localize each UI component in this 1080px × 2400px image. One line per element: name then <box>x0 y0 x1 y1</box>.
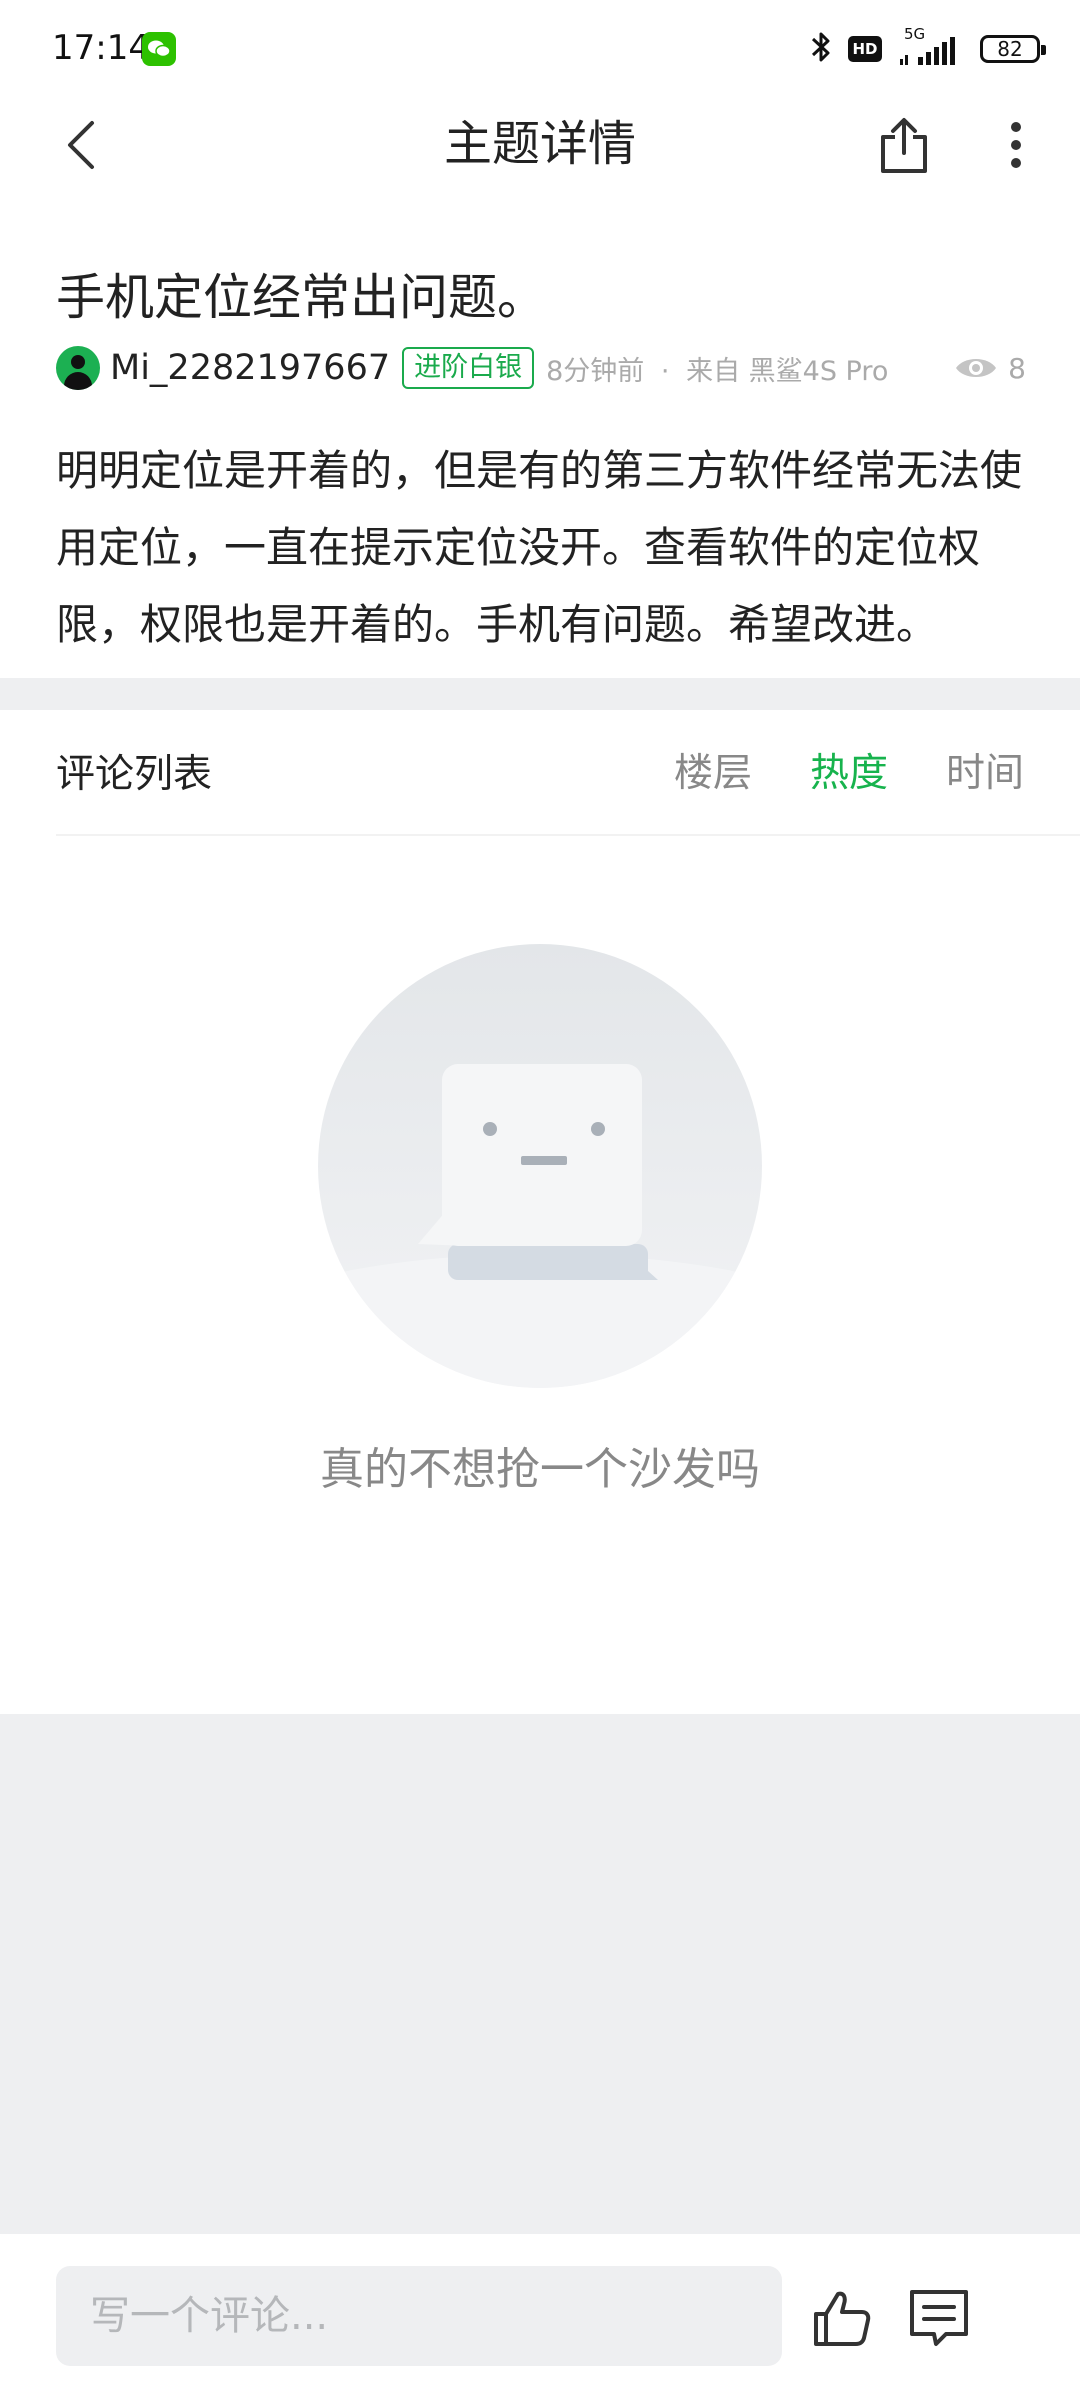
empty-comments-text: 真的不想抢一个沙发吗 <box>320 1444 760 1495</box>
comment-input[interactable] <box>56 2266 782 2366</box>
sort-tab-time[interactable]: 时间 <box>946 746 1024 802</box>
wechat-notification-icon <box>142 32 176 66</box>
share-button[interactable] <box>874 110 934 180</box>
signal-icon: 5G <box>896 25 966 67</box>
meta-separator: · <box>660 355 670 387</box>
battery-indicator: 82 <box>980 35 1046 63</box>
view-count-value: 8 <box>1008 351 1026 385</box>
more-options-button[interactable] <box>996 110 1036 180</box>
author-name[interactable]: Mi_2282197667 <box>110 348 390 388</box>
post-source: 来自 黑鲨4S Pro <box>686 355 889 387</box>
post-body: 明明定位是开着的，但是有的第三方软件经常无法使用定位，一直在提示定位没开。查看软… <box>56 446 1023 649</box>
author-row: Mi_2282197667 进阶白银 8分钟前 · 来自 黑鲨4S Pro 8 <box>56 342 1026 394</box>
comment-icon <box>910 2290 968 2346</box>
post-meta: 8分钟前 · 来自 黑鲨4S Pro <box>546 349 888 388</box>
eye-icon <box>956 359 997 377</box>
avatar[interactable] <box>56 346 100 390</box>
like-button[interactable] <box>810 2286 874 2350</box>
post-title: 手机定位经常出问题。 <box>56 269 547 326</box>
thumbs-up-icon <box>814 2291 871 2346</box>
comment-button[interactable] <box>906 2286 972 2350</box>
empty-comments-illustration <box>318 944 762 1388</box>
bluetooth-icon <box>808 29 834 69</box>
level-badge: 进阶白银 <box>402 347 535 389</box>
post-time: 8分钟前 <box>546 355 645 387</box>
comment-sort-tabs: 楼层 热度 时间 <box>674 746 1024 802</box>
empty-area-background <box>0 1714 1080 2234</box>
status-time: 17:14 <box>52 28 150 68</box>
comments-title: 评论列表 <box>56 752 213 797</box>
hd-badge: HD <box>848 36 882 62</box>
section-divider <box>0 678 1080 710</box>
comments-divider <box>56 834 1080 836</box>
status-icons: HD 5G 82 <box>808 25 1046 72</box>
more-vertical-icon <box>1011 122 1021 168</box>
sort-tab-hot[interactable]: 热度 <box>810 746 888 802</box>
share-icon <box>881 118 927 173</box>
view-count: 8 <box>954 342 1026 394</box>
sort-tab-floor[interactable]: 楼层 <box>674 746 752 802</box>
